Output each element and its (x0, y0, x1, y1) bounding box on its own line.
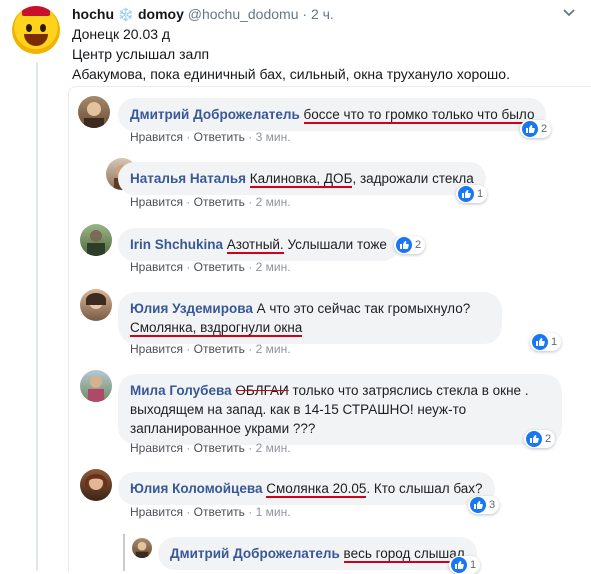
thread-line (36, 62, 38, 571)
like-count: 2 (541, 123, 548, 135)
commenter-avatar[interactable] (132, 538, 152, 558)
comment-text-highlight: Азотный. (226, 237, 284, 254)
like-link[interactable]: Нравится (130, 342, 183, 356)
like-count-badge[interactable]: 3 (468, 496, 500, 514)
reply-link[interactable]: Ответить (194, 441, 245, 455)
comment-actions: Нравится · Ответить · 1 мин. (130, 505, 291, 519)
like-link[interactable]: Нравится (130, 260, 183, 274)
commenter-avatar[interactable] (80, 289, 112, 321)
comment-bubble: Irin Shchukina Азотный. Услышали тоже (118, 228, 399, 261)
like-count-badge[interactable]: 1 (530, 333, 562, 351)
like-count: 2 (545, 433, 552, 445)
reply-author[interactable]: Дмитрий Доброжелатель (170, 546, 340, 561)
comment-time[interactable]: 1 мин. (256, 505, 291, 519)
reply-link[interactable]: Ответить (194, 130, 245, 144)
comment-text: А что это сейчас так громыхнуло? (252, 301, 471, 316)
reply-text: весь город слышал (343, 546, 465, 563)
comment-text-highlight: Калиновка, ДОБ (249, 171, 353, 188)
commenter-avatar[interactable] (78, 96, 110, 128)
like-count-badge[interactable]: 2 (394, 236, 426, 254)
comment-time[interactable]: 3 мин. (256, 130, 291, 144)
tweet-text-line1: Донецк 20.03 д (72, 26, 171, 42)
comment-time[interactable]: 2 мин. (256, 195, 291, 209)
like-count: 1 (551, 336, 558, 348)
author-name-suffix[interactable]: domoy (138, 6, 184, 22)
comment-actions: Нравится · Ответить · 3 мин. (130, 130, 291, 144)
comment-actions: Нравится · Ответить · 2 мин. (130, 441, 291, 455)
reply-link[interactable]: Ответить (194, 195, 245, 209)
comment-author[interactable]: Мила Голубева (130, 383, 232, 398)
comment-text: . Кто слышал бах? (366, 481, 483, 496)
comment-author[interactable]: Юлия Коломойцева (130, 481, 263, 496)
commenter-avatar[interactable] (80, 370, 112, 402)
comment-text: боссе что то громко только что было (303, 107, 535, 124)
comment-author[interactable]: Юлия Уздемирова (130, 301, 253, 316)
comment-author[interactable]: Irin Shchukina (130, 237, 223, 252)
thumbs-up-icon (532, 334, 548, 350)
thumbs-up-icon (526, 431, 542, 447)
like-link[interactable]: Нравится (130, 505, 183, 519)
comment-text-line2: выходящем на запад. как в 14-15 СТРАШНО!… (130, 402, 467, 417)
author-handle[interactable]: @hochu_dodomu (188, 6, 299, 22)
author-name[interactable]: hochu (72, 6, 114, 22)
comment-text-highlight: ОБЛГАИ (235, 383, 289, 398)
comment-bubble: Наталья Наталья Калиновка, ДОБ, задрожал… (118, 162, 486, 195)
commenter-avatar[interactable] (80, 224, 112, 256)
like-count: 1 (470, 559, 477, 571)
comment-author[interactable]: Дмитрий Доброжелатель (130, 107, 300, 122)
comment-bubble: Мила Голубева ОБЛГАИ только что затрясли… (118, 374, 562, 445)
comment-actions: Нравится · Ответить · 2 мин. (130, 195, 291, 209)
like-link[interactable]: Нравится (130, 195, 183, 209)
comment-text-highlight: Смолянка 20.05 (266, 481, 367, 498)
thumbs-up-icon (470, 497, 486, 513)
reply-thread-line (123, 534, 125, 571)
reply-link[interactable]: Ответить (194, 505, 245, 519)
comment-bubble: Юлия Коломойцева Смолянка 20.05. Кто слы… (118, 472, 495, 505)
like-count-badge[interactable]: 2 (524, 430, 556, 448)
comment-text-highlight: Смолянка, вздрогнули окна (130, 320, 303, 337)
comment-text: Услышали тоже (283, 237, 387, 252)
like-link[interactable]: Нравится (130, 130, 183, 144)
reply-link[interactable]: Ответить (194, 260, 245, 274)
thumbs-up-icon (458, 186, 474, 202)
comment-actions: Нравится · Ответить · 2 мин. (130, 342, 291, 356)
comment-text: , задрожали стекла (352, 171, 474, 186)
comment-text: только что затряслись стекла в окне . (288, 383, 529, 398)
like-count-badge[interactable]: 2 (520, 120, 552, 138)
comment-author[interactable]: Наталья Наталья (130, 171, 246, 186)
like-count-badge[interactable]: 1 (456, 185, 488, 203)
tweet-text-line2: Центр услышал залп (72, 46, 210, 62)
comment-bubble: Юлия Уздемирова А что это сейчас так гро… (118, 292, 502, 344)
like-count: 1 (477, 188, 484, 200)
reply-link[interactable]: Ответить (194, 342, 245, 356)
commenter-avatar[interactable] (80, 469, 112, 501)
snowflake-icon: ❄️ (117, 7, 135, 22)
thumbs-up-icon (396, 237, 412, 253)
like-count: 2 (415, 239, 422, 251)
like-link[interactable]: Нравится (130, 441, 183, 455)
comment-time[interactable]: 2 мин. (256, 342, 291, 356)
like-count-badge[interactable]: 1 (449, 556, 481, 574)
comment-time[interactable]: 2 мин. (256, 441, 291, 455)
like-count: 3 (489, 499, 496, 511)
reply-bubble: Дмитрий Доброжелатель весь город слышал (158, 537, 477, 570)
tweet-text-line3: Абакумова, пока единичный бах, сильный, … (72, 66, 510, 82)
tweet-header: hochu ❄️ domoy @hochu_dodomu · 2 ч. (72, 6, 334, 23)
tweet-time[interactable]: · 2 ч. (302, 6, 333, 22)
comment-time[interactable]: 2 мин. (256, 260, 291, 274)
comment-bubble: Дмитрий Доброжелатель боссе что то громк… (118, 98, 547, 131)
comment-text-line3: запланированное украми ??? (130, 421, 316, 436)
comment-actions: Нравится · Ответить · 2 мин. (130, 260, 291, 274)
thumbs-up-icon (522, 121, 538, 137)
chevron-down-icon[interactable] (562, 6, 576, 20)
user-avatar[interactable] (12, 6, 60, 54)
